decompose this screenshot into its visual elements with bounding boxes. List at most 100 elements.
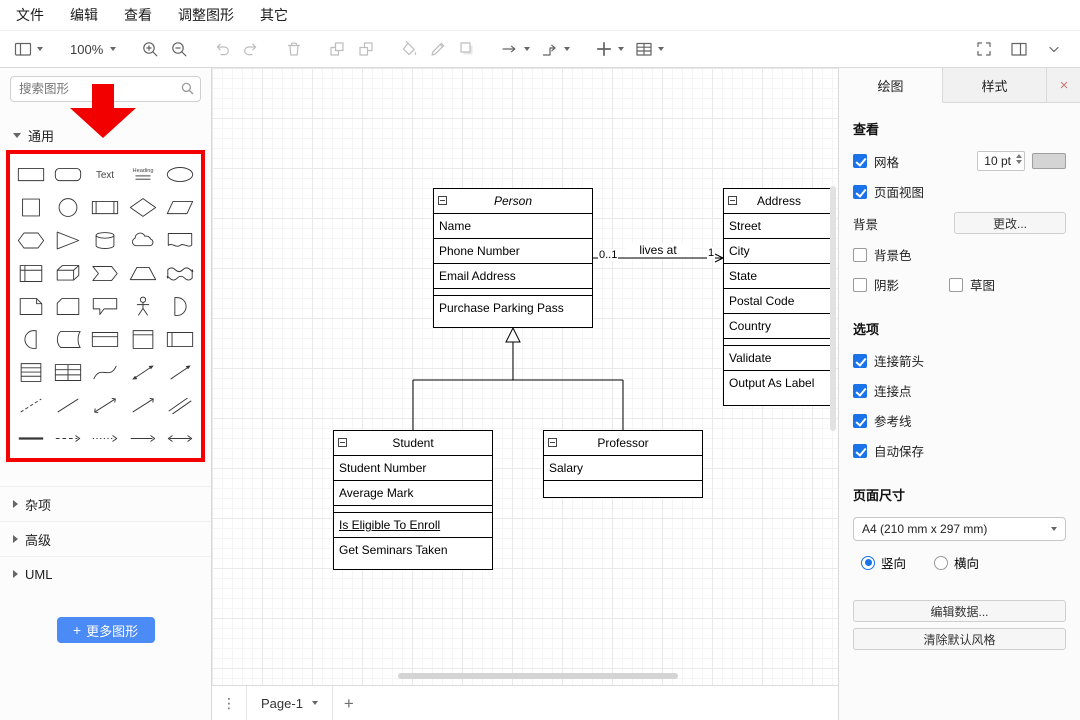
step-shape[interactable]	[87, 257, 124, 289]
ellipse-shape[interactable]	[162, 158, 199, 190]
uml-row[interactable]: Purchase Parking Pass	[434, 296, 592, 321]
internal-storage-shape[interactable]	[12, 257, 49, 289]
dashed-line-shape[interactable]	[12, 389, 49, 421]
line-shape[interactable]	[49, 389, 86, 421]
stepper-up-icon[interactable]	[1016, 154, 1022, 158]
collapse-marker-icon[interactable]	[548, 438, 557, 447]
grid-checkbox[interactable]	[853, 154, 867, 168]
collapse-marker-icon[interactable]	[728, 196, 737, 205]
menu-extras[interactable]: 其它	[260, 5, 288, 25]
table-shape-shape[interactable]	[49, 356, 86, 388]
dashed-edge-shape[interactable]	[49, 422, 86, 454]
actor-shape[interactable]	[124, 290, 161, 322]
table-button[interactable]	[631, 37, 668, 61]
section-advanced[interactable]: 高级	[0, 521, 211, 556]
process-shape[interactable]	[87, 191, 124, 223]
menu-file[interactable]: 文件	[16, 5, 44, 25]
uml-row[interactable]: Get Seminars Taken	[334, 538, 492, 563]
format-panel-button[interactable]	[1006, 37, 1032, 61]
drawing-canvas[interactable]: Person NamePhone NumberEmail AddressPurc…	[212, 68, 838, 685]
card-shape[interactable]	[49, 290, 86, 322]
container-shape[interactable]	[87, 323, 124, 355]
edge-shape[interactable]	[124, 422, 161, 454]
document-shape[interactable]	[162, 224, 199, 256]
dotted-edge-shape[interactable]	[87, 422, 124, 454]
directional-connector-shape[interactable]	[124, 389, 161, 421]
more-shapes-button[interactable]: + 更多图形	[57, 617, 155, 643]
landscape-radio[interactable]	[934, 556, 948, 570]
stepper-down-icon[interactable]	[1016, 160, 1022, 164]
section-uml[interactable]: UML	[0, 556, 211, 591]
portrait-radio[interactable]	[861, 556, 875, 570]
uml-class-student[interactable]: Student Student NumberAverage MarkIs Eli…	[333, 430, 493, 570]
tab-style[interactable]: 样式	[943, 68, 1047, 102]
uml-row[interactable]: City	[724, 239, 834, 264]
autosave-checkbox[interactable]	[853, 444, 867, 458]
bidirectional-connector-shape[interactable]	[87, 389, 124, 421]
uml-row[interactable]: Salary	[544, 456, 702, 481]
connection-points-checkbox[interactable]	[853, 384, 867, 398]
curve-shape[interactable]	[87, 356, 124, 388]
page-tab[interactable]: Page-1	[246, 686, 333, 720]
collapse-button[interactable]	[1041, 37, 1067, 61]
to-front-button[interactable]	[324, 37, 350, 61]
trapezoid-shape[interactable]	[124, 257, 161, 289]
zoom-in-button[interactable]	[137, 37, 163, 61]
horizontal-scrollbar[interactable]	[398, 673, 678, 679]
or-shape[interactable]	[162, 290, 199, 322]
uml-class-address[interactable]: Address StreetCityStatePostal CodeCountr…	[723, 188, 835, 406]
connection-arrows-checkbox[interactable]	[853, 354, 867, 368]
hexagon-shape[interactable]	[12, 224, 49, 256]
zoom-level-button[interactable]: 100%	[64, 39, 120, 60]
uml-row[interactable]: Email Address	[434, 264, 592, 289]
page-view-checkbox[interactable]	[853, 185, 867, 199]
delete-button[interactable]	[281, 37, 307, 61]
cylinder-shape[interactable]	[87, 224, 124, 256]
triangle-shape[interactable]	[49, 224, 86, 256]
uml-row[interactable]: Name	[434, 214, 592, 239]
zoom-out-button[interactable]	[166, 37, 192, 61]
edit-data-button[interactable]: 编辑数据...	[853, 600, 1066, 622]
uml-row[interactable]: State	[724, 264, 834, 289]
uml-row[interactable]: Is Eligible To Enroll	[334, 513, 492, 538]
pages-menu-icon[interactable]: ⋮	[212, 695, 246, 712]
to-back-button[interactable]	[353, 37, 379, 61]
uml-row[interactable]: Validate	[724, 346, 834, 371]
add-page-button[interactable]: +	[344, 695, 354, 712]
menu-view[interactable]: 查看	[124, 5, 152, 25]
uml-row[interactable]: Phone Number	[434, 239, 592, 264]
background-color-checkbox[interactable]	[853, 248, 867, 262]
menu-arrange[interactable]: 调整图形	[178, 5, 234, 25]
redo-button[interactable]	[238, 37, 264, 61]
tab-diagram[interactable]: 绘图	[839, 68, 943, 103]
vertical-scrollbar[interactable]	[830, 186, 836, 431]
collapse-marker-icon[interactable]	[338, 438, 347, 447]
uml-row[interactable]: Postal Code	[724, 289, 834, 314]
text-shape[interactable]: Text	[87, 158, 124, 190]
data-storage-shape[interactable]	[49, 323, 86, 355]
cloud-shape[interactable]	[124, 224, 161, 256]
horizontal-line-shape[interactable]	[12, 422, 49, 454]
uml-row[interactable]: Average Mark	[334, 481, 492, 506]
line-color-button[interactable]	[425, 37, 451, 61]
arrow-shape[interactable]	[162, 356, 199, 388]
menu-edit[interactable]: 编辑	[70, 5, 98, 25]
note-shape[interactable]	[12, 290, 49, 322]
uml-row[interactable]: Student Number	[334, 456, 492, 481]
heading-shape[interactable]: Heading	[124, 158, 161, 190]
section-misc[interactable]: 杂项	[0, 486, 211, 521]
horizontal-container-shape[interactable]	[162, 323, 199, 355]
edge-target-cardinality[interactable]: 1	[707, 247, 715, 259]
page-size-select[interactable]: A4 (210 mm x 297 mm)	[853, 517, 1066, 541]
waypoint-style-button[interactable]	[537, 37, 574, 61]
circle-shape[interactable]	[49, 191, 86, 223]
rounded-rectangle-shape[interactable]	[49, 158, 86, 190]
undo-button[interactable]	[209, 37, 235, 61]
collapse-marker-icon[interactable]	[438, 196, 447, 205]
bidirectional-arrow-shape[interactable]	[124, 356, 161, 388]
uml-class-professor[interactable]: Professor Salary	[543, 430, 703, 498]
rectangle-shape[interactable]	[12, 158, 49, 190]
tape-shape[interactable]	[162, 257, 199, 289]
sketch-checkbox[interactable]	[949, 278, 963, 292]
cube-shape[interactable]	[49, 257, 86, 289]
